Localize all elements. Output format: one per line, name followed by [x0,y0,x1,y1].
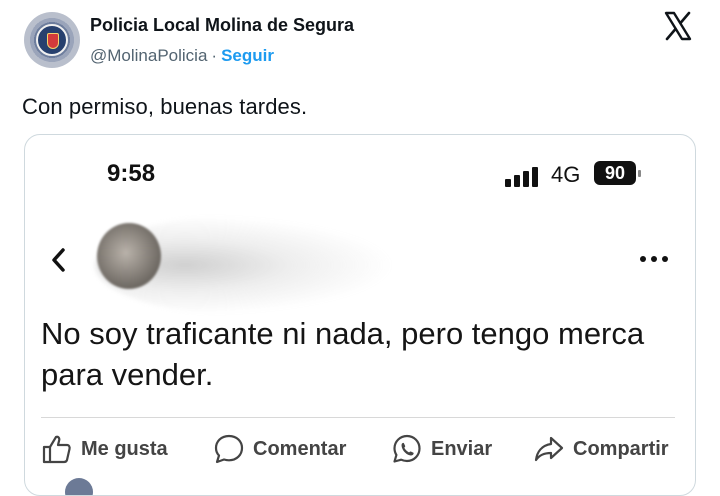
author-name[interactable]: Policia Local Molina de Segura [90,15,354,36]
status-time: 9:58 [107,160,156,187]
police-badge-icon [36,24,68,56]
tweet-header: Policia Local Molina de Segura @MolinaPo… [0,0,720,80]
x-logo-icon[interactable] [662,10,694,42]
handle-row: @MolinaPolicia · Seguir [90,46,274,66]
comment-label: Comentar [253,437,347,460]
author-handle[interactable]: @MolinaPolicia [90,46,207,65]
battery-icon: 90 [594,161,636,185]
tweet-text: Con permiso, buenas tardes. [22,94,308,119]
next-comment-avatar [65,478,93,495]
share-icon [534,436,564,462]
more-options-icon[interactable] [640,253,670,265]
thumbs-up-icon [42,435,71,464]
like-label: Me gusta [81,437,168,460]
like-button[interactable]: Me gusta [41,433,168,465]
avatar[interactable] [24,12,80,68]
share-button[interactable]: Compartir [533,433,669,465]
comment-button[interactable]: Comentar [213,433,346,465]
send-button[interactable]: Enviar [391,433,492,465]
signal-icon [505,165,549,187]
separator: · [211,46,218,65]
send-label: Enviar [431,437,493,460]
follow-button[interactable]: Seguir [221,46,274,65]
back-chevron-icon[interactable] [49,245,69,275]
share-label: Compartir [573,437,669,460]
battery-tip [638,170,641,177]
divider [41,417,675,418]
post-text: No soy traficante ni nada, pero tengo me… [41,316,645,392]
whatsapp-icon [393,434,421,463]
media-card[interactable]: 9:58 4G 90 No soy traficante ni nada, pe… [24,134,696,496]
network-label: 4G [551,162,581,187]
blurred-profile-photo [97,223,161,289]
comment-icon [214,434,244,464]
